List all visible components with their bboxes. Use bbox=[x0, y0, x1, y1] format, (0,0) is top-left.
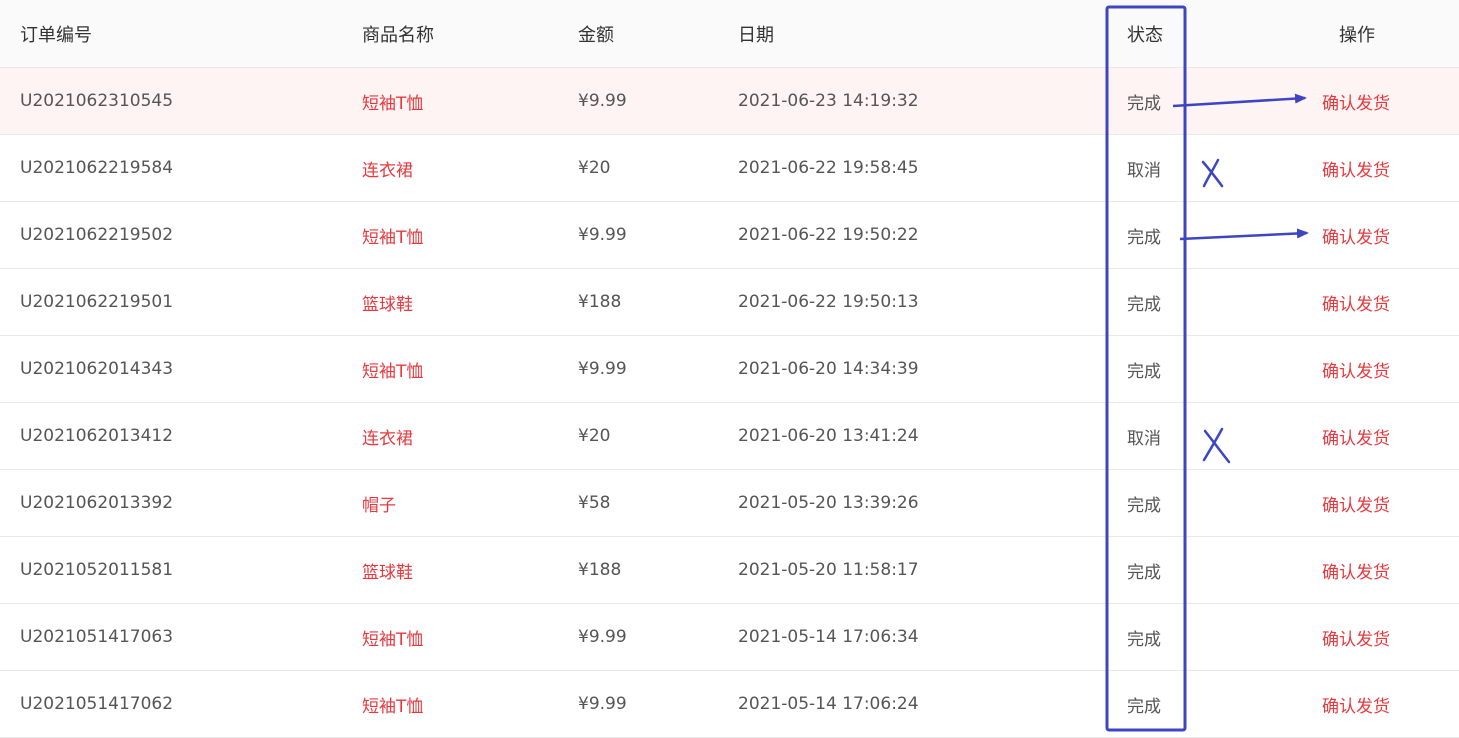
header-amount: 金额 bbox=[578, 24, 614, 46]
status: 完成 bbox=[1127, 495, 1161, 516]
table-row[interactable]: U2021062310545 短袖T恤 ¥9.99 2021-06-23 14:… bbox=[0, 68, 1459, 135]
date: 2021-05-14 17:06:24 bbox=[738, 694, 919, 714]
status: 取消 bbox=[1127, 160, 1161, 181]
header-status: 状态 bbox=[1127, 24, 1163, 46]
header-date: 日期 bbox=[738, 24, 774, 46]
header-order-id: 订单编号 bbox=[20, 24, 92, 46]
confirm-shipment-button[interactable]: 确认发货 bbox=[1322, 202, 1390, 268]
amount: ¥188 bbox=[578, 292, 622, 312]
product-link[interactable]: 短袖T恤 bbox=[362, 604, 423, 670]
table-row[interactable]: U2021052011581 篮球鞋 ¥188 2021-05-20 11:58… bbox=[0, 537, 1459, 604]
confirm-shipment-button[interactable]: 确认发货 bbox=[1322, 537, 1390, 603]
confirm-shipment-button[interactable]: 确认发货 bbox=[1322, 68, 1390, 134]
confirm-shipment-button[interactable]: 确认发货 bbox=[1322, 336, 1390, 402]
date: 2021-06-20 13:41:24 bbox=[738, 426, 919, 446]
status: 完成 bbox=[1127, 227, 1161, 248]
date: 2021-05-20 13:39:26 bbox=[738, 493, 919, 513]
confirm-shipment-button[interactable]: 确认发货 bbox=[1322, 470, 1390, 536]
amount: ¥9.99 bbox=[578, 627, 627, 647]
date: 2021-06-22 19:50:13 bbox=[738, 292, 919, 312]
table-row[interactable]: U2021062014343 短袖T恤 ¥9.99 2021-06-20 14:… bbox=[0, 336, 1459, 403]
amount: ¥9.99 bbox=[578, 225, 627, 245]
order-id: U2021062013412 bbox=[20, 426, 174, 446]
date: 2021-06-23 14:19:32 bbox=[738, 91, 919, 111]
order-id: U2021062219584 bbox=[20, 158, 174, 178]
orders-table: 订单编号 商品名称 金额 日期 状态 操作 U2021062310545 短袖T… bbox=[0, 0, 1459, 738]
product-link[interactable]: 连衣裙 bbox=[362, 135, 413, 201]
amount: ¥9.99 bbox=[578, 91, 627, 111]
status: 完成 bbox=[1127, 629, 1161, 650]
date: 2021-06-22 19:50:22 bbox=[738, 225, 919, 245]
amount: ¥9.99 bbox=[578, 359, 627, 379]
amount: ¥58 bbox=[578, 493, 611, 513]
date: 2021-06-22 19:58:45 bbox=[738, 158, 919, 178]
table-row[interactable]: U2021062013392 帽子 ¥58 2021-05-20 13:39:2… bbox=[0, 470, 1459, 537]
product-link[interactable]: 短袖T恤 bbox=[362, 671, 423, 737]
order-id: U2021051417062 bbox=[20, 694, 174, 714]
table-row[interactable]: U2021051417063 短袖T恤 ¥9.99 2021-05-14 17:… bbox=[0, 604, 1459, 671]
status: 取消 bbox=[1127, 428, 1161, 449]
amount: ¥9.99 bbox=[578, 694, 627, 714]
amount: ¥20 bbox=[578, 426, 611, 446]
status: 完成 bbox=[1127, 294, 1161, 315]
date: 2021-05-20 11:58:17 bbox=[738, 560, 919, 580]
table-row[interactable]: U2021062219501 篮球鞋 ¥188 2021-06-22 19:50… bbox=[0, 269, 1459, 336]
table-row[interactable]: U2021062013412 连衣裙 ¥20 2021-06-20 13:41:… bbox=[0, 403, 1459, 470]
table-header: 订单编号 商品名称 金额 日期 状态 操作 bbox=[0, 0, 1459, 68]
confirm-shipment-button[interactable]: 确认发货 bbox=[1322, 269, 1390, 335]
order-id: U2021051417063 bbox=[20, 627, 174, 647]
date: 2021-06-20 14:34:39 bbox=[738, 359, 919, 379]
amount: ¥20 bbox=[578, 158, 611, 178]
order-id: U2021062013392 bbox=[20, 493, 174, 513]
table-row[interactable]: U2021062219584 连衣裙 ¥20 2021-06-22 19:58:… bbox=[0, 135, 1459, 202]
header-action: 操作 bbox=[1339, 24, 1375, 46]
confirm-shipment-button[interactable]: 确认发货 bbox=[1322, 135, 1390, 201]
order-id: U2021062310545 bbox=[20, 91, 174, 111]
product-link[interactable]: 篮球鞋 bbox=[362, 537, 413, 603]
confirm-shipment-button[interactable]: 确认发货 bbox=[1322, 671, 1390, 737]
product-link[interactable]: 篮球鞋 bbox=[362, 269, 413, 335]
product-link[interactable]: 短袖T恤 bbox=[362, 68, 423, 134]
header-product: 商品名称 bbox=[362, 24, 434, 46]
product-link[interactable]: 短袖T恤 bbox=[362, 336, 423, 402]
confirm-shipment-button[interactable]: 确认发货 bbox=[1322, 403, 1390, 469]
status: 完成 bbox=[1127, 361, 1161, 382]
order-id: U2021062219501 bbox=[20, 292, 174, 312]
order-id: U2021062014343 bbox=[20, 359, 174, 379]
order-id: U2021062219502 bbox=[20, 225, 174, 245]
date: 2021-05-14 17:06:34 bbox=[738, 627, 919, 647]
amount: ¥188 bbox=[578, 560, 622, 580]
product-link[interactable]: 短袖T恤 bbox=[362, 202, 423, 268]
order-id: U2021052011581 bbox=[20, 560, 174, 580]
confirm-shipment-button[interactable]: 确认发货 bbox=[1322, 604, 1390, 670]
status: 完成 bbox=[1127, 696, 1161, 717]
status: 完成 bbox=[1127, 562, 1161, 583]
status: 完成 bbox=[1127, 93, 1161, 114]
table-row[interactable]: U2021051417062 短袖T恤 ¥9.99 2021-05-14 17:… bbox=[0, 671, 1459, 738]
product-link[interactable]: 连衣裙 bbox=[362, 403, 413, 469]
product-link[interactable]: 帽子 bbox=[362, 470, 396, 536]
table-row[interactable]: U2021062219502 短袖T恤 ¥9.99 2021-06-22 19:… bbox=[0, 202, 1459, 269]
